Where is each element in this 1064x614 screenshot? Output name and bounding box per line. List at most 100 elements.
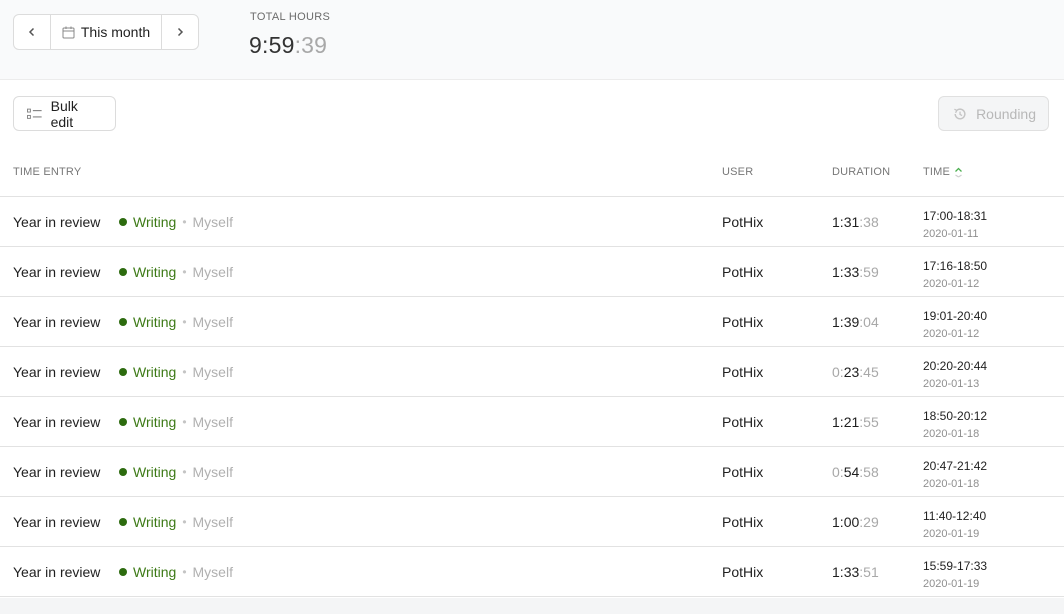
entry-date: 2020-01-12 <box>923 278 980 290</box>
table-row[interactable]: Year in review Writing • Myself PotHix 1:39:0… <box>0 297 1064 347</box>
separator-dot: • <box>182 465 187 479</box>
project-name: Writing <box>133 314 177 330</box>
project-color-dot <box>119 318 127 326</box>
time-range: 17:16-18:50 <box>923 259 988 273</box>
entry-description[interactable]: Year in review <box>13 214 100 230</box>
separator-dot: • <box>182 215 187 229</box>
table-footer <box>0 598 1064 614</box>
table-row[interactable]: Year in review Writing • Myself PotHix 1:21:5… <box>0 397 1064 447</box>
duration-minutes: 54 <box>843 464 860 480</box>
duration-minutes: 39 <box>843 314 860 330</box>
entry-duration[interactable]: 1:33:59 <box>832 264 879 280</box>
entry-duration[interactable]: 1:33:51 <box>832 564 879 580</box>
duration-hours: 1 <box>832 514 840 530</box>
separator-dot: • <box>182 365 187 379</box>
project-color-dot <box>119 418 127 426</box>
calendar-icon <box>62 26 75 38</box>
total-hours-value: 9:59:39 <box>249 32 327 59</box>
entry-time[interactable]: 11:40-12:40 2020-01-19 <box>923 507 986 543</box>
separator-dot: • <box>182 515 187 529</box>
separator-dot: • <box>182 315 187 329</box>
project-name: Writing <box>133 464 177 480</box>
next-period-button[interactable] <box>162 15 198 49</box>
entry-user: PotHix <box>722 514 764 530</box>
entry-date: 2020-01-19 <box>923 528 980 540</box>
entry-project[interactable]: Writing • Myself <box>119 514 233 530</box>
column-header-user: USER <box>722 166 754 178</box>
entry-duration[interactable]: 1:21:55 <box>832 414 879 430</box>
duration-seconds: :04 <box>859 314 879 330</box>
table-row[interactable]: Year in review Writing • Myself PotHix 1:31:3… <box>0 197 1064 247</box>
project-name: Writing <box>133 214 177 230</box>
entry-project[interactable]: Writing • Myself <box>119 214 233 230</box>
entry-date: 2020-01-19 <box>923 578 980 590</box>
previous-period-button[interactable] <box>14 15 50 49</box>
table-row[interactable]: Year in review Writing • Myself PotHix 0:23:4… <box>0 347 1064 397</box>
entry-duration[interactable]: 0:23:45 <box>832 364 879 380</box>
bulk-edit-button[interactable]: Bulk edit <box>13 96 116 131</box>
entry-date: 2020-01-11 <box>923 228 979 240</box>
duration-hours: 1 <box>832 414 840 430</box>
duration-seconds: :38 <box>859 214 879 230</box>
entry-description[interactable]: Year in review <box>13 364 100 380</box>
column-header-time[interactable]: TIME <box>923 166 963 178</box>
time-range: 20:47-21:42 <box>923 459 988 473</box>
entry-user: PotHix <box>722 264 764 280</box>
duration-minutes: 33 <box>843 264 860 280</box>
table-row[interactable]: Year in review Writing • Myself PotHix 1:00:2… <box>0 497 1064 547</box>
entry-description[interactable]: Year in review <box>13 514 100 530</box>
entry-description[interactable]: Year in review <box>13 464 100 480</box>
entry-project[interactable]: Writing • Myself <box>119 414 233 430</box>
entry-description[interactable]: Year in review <box>13 564 100 580</box>
entry-time[interactable]: 17:00-18:31 2020-01-11 <box>923 207 987 243</box>
table-row[interactable]: Year in review Writing • Myself PotHix 1:33:5… <box>0 247 1064 297</box>
duration-seconds: :29 <box>859 514 879 530</box>
entry-time[interactable]: 20:47-21:42 2020-01-18 <box>923 457 987 493</box>
entry-user: PotHix <box>722 214 764 230</box>
entry-project[interactable]: Writing • Myself <box>119 464 233 480</box>
entry-duration[interactable]: 1:31:38 <box>832 214 879 230</box>
entry-user: PotHix <box>722 564 764 580</box>
table-row[interactable]: Year in review Writing • Myself PotHix 1:33:5… <box>0 547 1064 597</box>
entry-user: PotHix <box>722 364 764 380</box>
client-name: Myself <box>192 214 233 230</box>
project-color-dot <box>119 268 127 276</box>
entry-project[interactable]: Writing • Myself <box>119 364 233 380</box>
project-name: Writing <box>133 514 177 530</box>
column-header-time-label: TIME <box>923 166 951 178</box>
entry-project[interactable]: Writing • Myself <box>119 264 233 280</box>
period-selector-button[interactable]: This month <box>50 15 162 49</box>
separator-dot: • <box>182 565 187 579</box>
entry-description[interactable]: Year in review <box>13 314 100 330</box>
duration-seconds: :55 <box>859 414 879 430</box>
chevron-left-icon <box>28 27 35 37</box>
duration-hours: 1 <box>832 264 840 280</box>
entry-duration[interactable]: 0:54:58 <box>832 464 879 480</box>
entry-time[interactable]: 19:01-20:40 2020-01-12 <box>923 307 987 343</box>
entry-duration[interactable]: 1:00:29 <box>832 514 879 530</box>
entry-user: PotHix <box>722 464 764 480</box>
entry-date: 2020-01-18 <box>923 428 980 440</box>
duration-minutes: 00 <box>843 514 860 530</box>
duration-hours: 0 <box>832 464 840 480</box>
entry-project[interactable]: Writing • Myself <box>119 314 233 330</box>
duration-hours: 1 <box>832 214 840 230</box>
entry-project[interactable]: Writing • Myself <box>119 564 233 580</box>
project-name: Writing <box>133 564 177 580</box>
entry-description[interactable]: Year in review <box>13 414 100 430</box>
entry-time[interactable]: 17:16-18:50 2020-01-12 <box>923 257 987 293</box>
separator-dot: • <box>182 265 187 279</box>
date-range-picker: This month <box>13 14 199 50</box>
entry-duration[interactable]: 1:39:04 <box>832 314 879 330</box>
client-name: Myself <box>192 414 233 430</box>
list-icon <box>27 108 42 119</box>
entry-time[interactable]: 20:20-20:44 2020-01-13 <box>923 357 987 393</box>
entry-description[interactable]: Year in review <box>13 264 100 280</box>
table-row[interactable]: Year in review Writing • Myself PotHix 0:54:5… <box>0 447 1064 497</box>
duration-seconds: :51 <box>859 564 879 580</box>
entry-time[interactable]: 18:50-20:12 2020-01-18 <box>923 407 987 443</box>
separator-dot: • <box>182 415 187 429</box>
entry-time[interactable]: 15:59-17:33 2020-01-19 <box>923 557 987 593</box>
history-icon <box>954 107 966 119</box>
rounding-button[interactable]: Rounding <box>938 96 1049 131</box>
